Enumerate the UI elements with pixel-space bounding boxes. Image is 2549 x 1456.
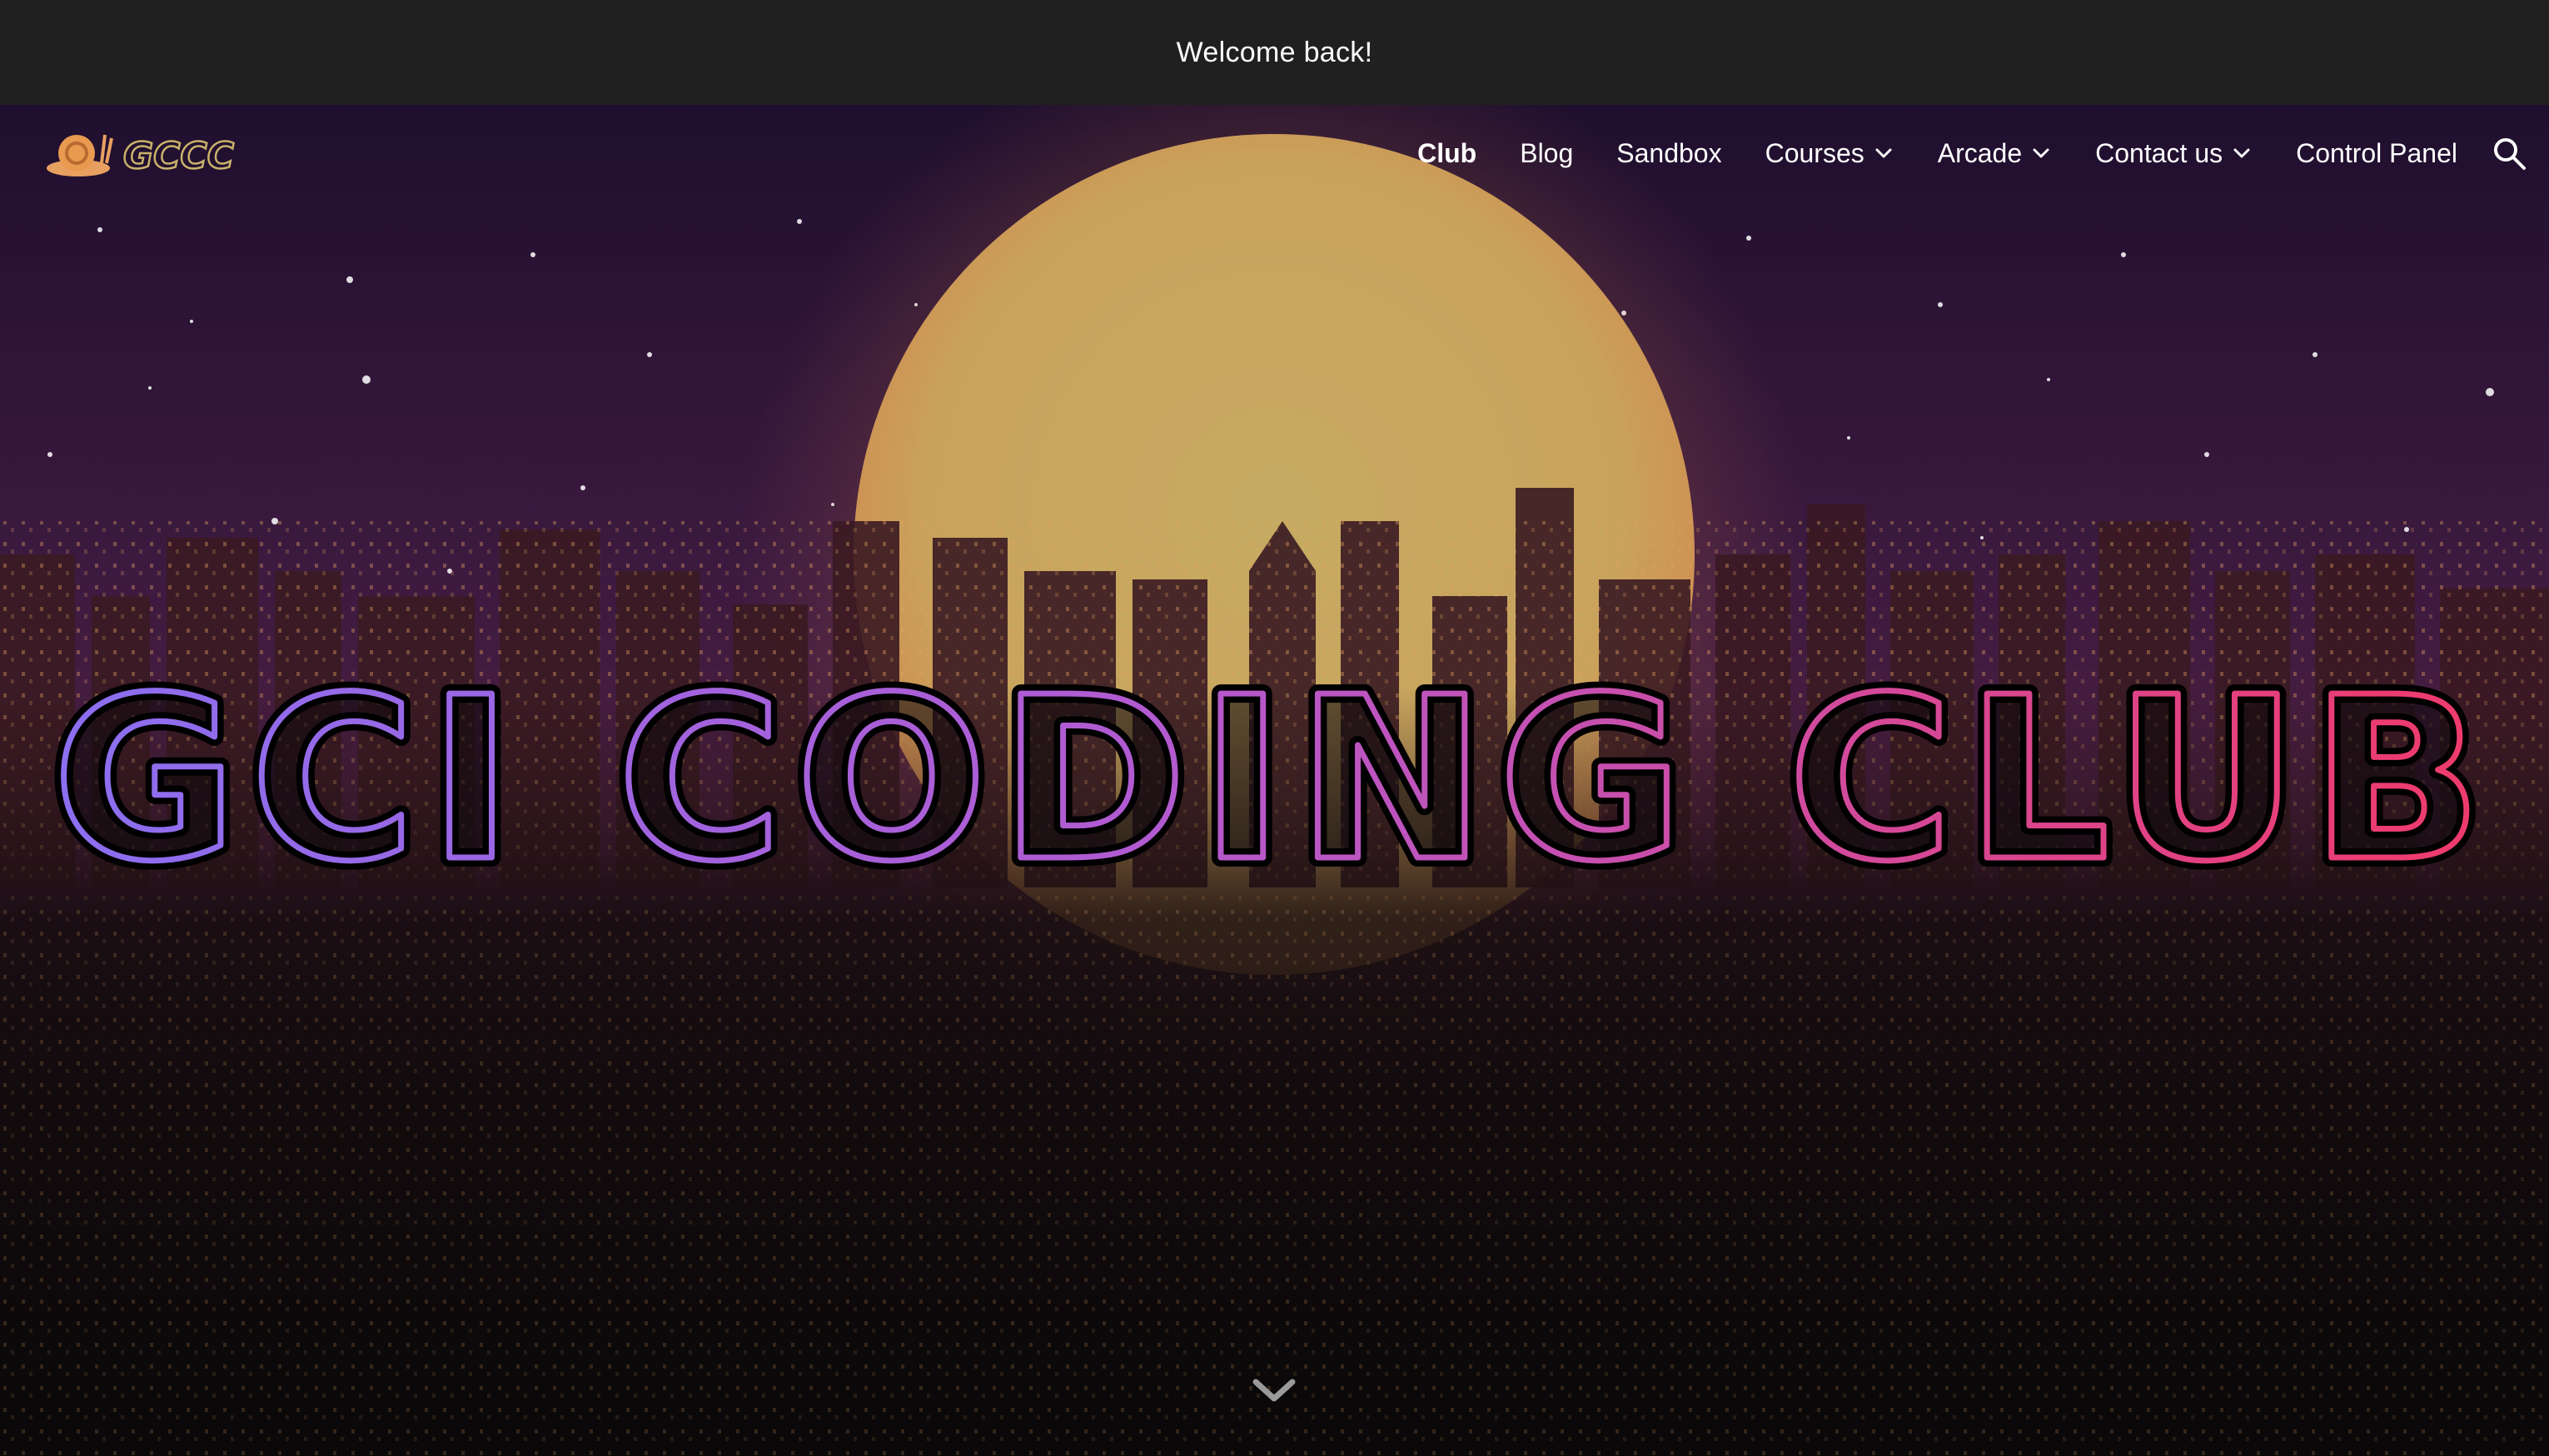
chevron-down-icon bbox=[2233, 148, 2250, 158]
nav-item-label: Courses bbox=[1765, 137, 1864, 168]
nav-item-label: Arcade bbox=[1937, 137, 2023, 168]
page: Welcome back! GCCC Club Blog Sandbox Cou… bbox=[0, 0, 2549, 1456]
hero-title-text: GCI CODING CLUB bbox=[52, 658, 2496, 899]
logo-text: GCCC bbox=[123, 135, 234, 177]
snail-icon bbox=[47, 134, 113, 176]
announcement-bar: Welcome back! bbox=[0, 0, 2549, 105]
chevron-down-icon bbox=[2033, 148, 2049, 158]
chevron-down-icon bbox=[1875, 148, 1892, 158]
nav-item-label: Blog bbox=[1520, 137, 1574, 168]
nav-item-label: Sandbox bbox=[1616, 137, 1722, 168]
chevron-down-icon[interactable] bbox=[1251, 1374, 1297, 1407]
nav-item-arcade[interactable]: Arcade bbox=[1938, 138, 2052, 169]
hero-title: GCI CODING CLUB GCI CODING CLUB bbox=[0, 658, 2549, 899]
announcement-text: Welcome back! bbox=[1176, 36, 1373, 68]
nav-item-control-panel[interactable]: Control Panel bbox=[2296, 138, 2457, 169]
nav-item-contact-us[interactable]: Contact us bbox=[2095, 138, 2253, 169]
nav-item-label: Club bbox=[1417, 137, 1477, 168]
top-navigation: GCCC Club Blog Sandbox Courses Arcade Contact… bbox=[0, 105, 2549, 201]
nav-menu: Club Blog Sandbox Courses Arcade Contact us Co… bbox=[1374, 105, 2457, 201]
search-icon[interactable] bbox=[2491, 135, 2527, 171]
nav-item-courses[interactable]: Courses bbox=[1765, 138, 1894, 169]
nav-item-sandbox[interactable]: Sandbox bbox=[1616, 138, 1721, 169]
nav-item-club[interactable]: Club bbox=[1417, 138, 1476, 169]
nav-item-label: Contact us bbox=[2095, 137, 2223, 168]
site-logo[interactable]: GCCC bbox=[43, 122, 276, 181]
nav-item-blog[interactable]: Blog bbox=[1520, 138, 1573, 169]
nav-item-label: Control Panel bbox=[2296, 137, 2457, 168]
